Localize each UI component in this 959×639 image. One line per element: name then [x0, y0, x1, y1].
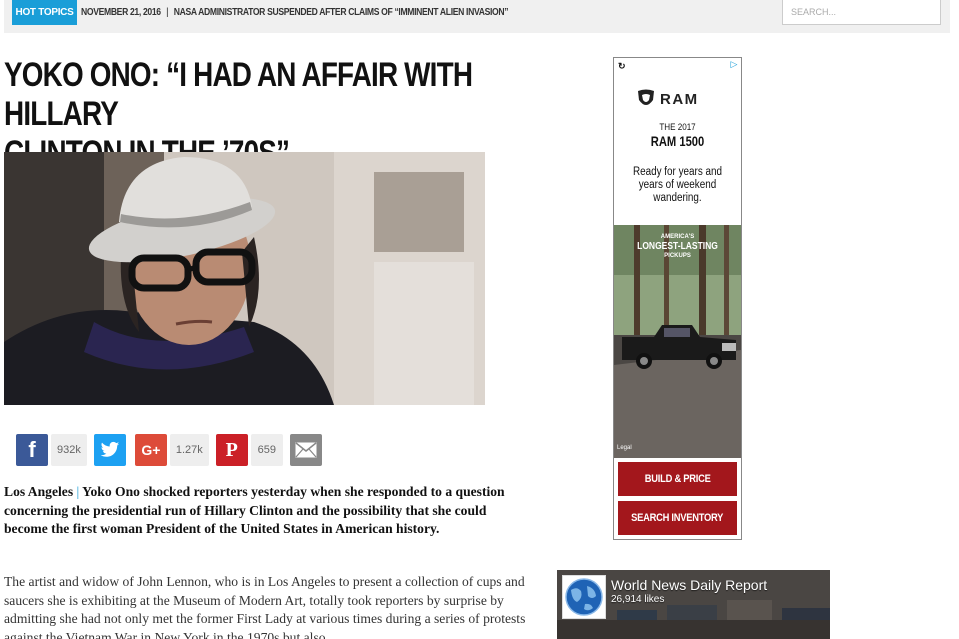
ad-header: ↻ ▷ RAM THE 2017 RAM 1500 Ready for year…: [614, 58, 741, 225]
facebook-share-button[interactable]: f: [16, 434, 48, 466]
article-paragraph: The artist and widow of John Lennon, who…: [4, 574, 526, 639]
ad-photo-caption-top: AMERICA'S: [660, 234, 695, 240]
pinterest-share-button[interactable]: P: [215, 434, 248, 466]
ad-brand: RAM: [660, 90, 699, 108]
lede-location: Los Angeles: [4, 484, 74, 499]
ram-head-icon: [638, 89, 654, 105]
google-plus-share-count: 1.27k: [169, 434, 209, 466]
article-lede: Los Angeles | Yoko Ono shocked reporters…: [4, 483, 524, 539]
facebook-share-count: 932k: [51, 434, 87, 466]
ad-model-name: RAM 1500: [650, 133, 705, 149]
pinterest-icon: P: [225, 438, 238, 461]
ad-choices-icon[interactable]: ▷: [729, 59, 739, 69]
globe-icon: [565, 578, 603, 616]
facebook-page-widget[interactable]: World News Daily Report 26,914 likes: [557, 570, 830, 639]
facebook-page-likes: 26,914 likes: [611, 594, 665, 605]
ad-truck-image[interactable]: AMERICA'S LONGEST-LASTING PICKUPS Legal: [614, 225, 741, 458]
facebook-page-name[interactable]: World News Daily Report: [611, 577, 767, 593]
twitter-icon: [100, 441, 120, 457]
build-and-price-label: BUILD & PRICE: [644, 473, 711, 485]
email-share-button[interactable]: [289, 434, 322, 466]
article-title-line-1: YOKO ONO: “I HAD AN AFFAIR WITH HILLARY: [4, 56, 473, 133]
lede-separator: |: [76, 484, 80, 499]
ad-choices-c-icon[interactable]: ↻: [618, 61, 626, 72]
ad-legal-link[interactable]: Legal: [617, 445, 632, 451]
ad-model-year: THE 2017: [659, 122, 696, 133]
news-ticker[interactable]: NOVEMBER 21, 2016 | NASA ADMINISTRATOR S…: [81, 0, 509, 25]
ticker-date: NOVEMBER 21, 2016: [81, 7, 161, 18]
ram-logo: RAM: [636, 88, 699, 110]
pinterest-share-count: 659: [250, 434, 283, 466]
facebook-icon: f: [28, 437, 36, 462]
build-and-price-button[interactable]: BUILD & PRICE: [618, 462, 737, 496]
google-plus-share-button[interactable]: G+: [134, 434, 167, 466]
hot-topics-label: HOT TOPICS: [12, 0, 77, 25]
search-inventory-button[interactable]: SEARCH INVENTORY: [618, 501, 737, 535]
page-thumbnail[interactable]: [562, 575, 606, 619]
search-inventory-label: SEARCH INVENTORY: [631, 512, 724, 524]
top-bar: HOT TOPICS NOVEMBER 21, 2016 | NASA ADMI…: [4, 0, 950, 33]
ticker-headline-link[interactable]: NASA ADMINISTRATOR SUSPENDED AFTER CLAIM…: [174, 7, 509, 18]
google-plus-icon: G+: [141, 442, 161, 458]
search-input[interactable]: [782, 0, 941, 25]
lede-text: Yoko Ono shocked reporters yesterday whe…: [4, 484, 505, 536]
ticker-separator: |: [166, 7, 169, 18]
ad-photo-caption-bottom: PICKUPS: [664, 253, 691, 259]
twitter-share-button[interactable]: [93, 434, 126, 466]
share-bar: f 932k G+ 1.27k P 659: [16, 433, 322, 467]
ad-photo-caption-main: LONGEST-LASTING: [637, 241, 718, 252]
mail-icon: [295, 442, 317, 458]
ram-advertisement[interactable]: ↻ ▷ RAM THE 2017 RAM 1500 Ready for year…: [613, 57, 742, 540]
ad-tagline: Ready for years and years of weekend wan…: [632, 166, 723, 204]
article-hero-image: [4, 152, 485, 405]
